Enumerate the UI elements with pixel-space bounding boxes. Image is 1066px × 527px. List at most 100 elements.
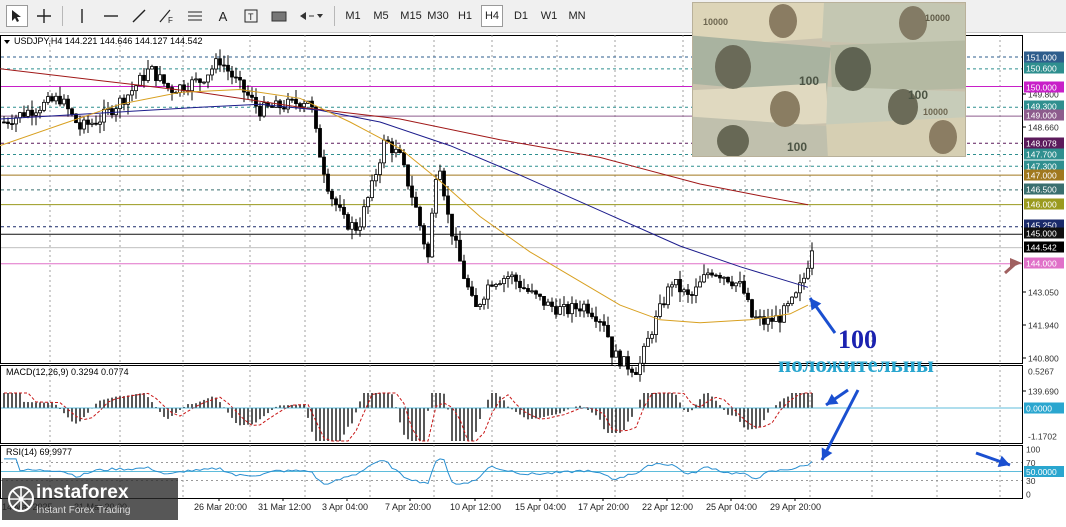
candle-body	[86, 119, 90, 125]
time-axis-label: 22 Apr 12:00	[642, 502, 693, 512]
timeframe-m1[interactable]: M1	[342, 5, 364, 27]
candle-body	[638, 362, 642, 375]
vertical-line-tool-button[interactable]	[72, 5, 92, 27]
candle	[738, 271, 742, 288]
candle-body	[378, 162, 382, 175]
candle	[262, 96, 266, 118]
crosshair-tool-button[interactable]	[33, 5, 55, 27]
candle-body	[366, 197, 370, 208]
candle-body	[118, 97, 122, 110]
timeframe-h1[interactable]: H1	[455, 5, 475, 27]
price-badge-label: 148.078	[1026, 139, 1057, 149]
candle-body	[562, 304, 566, 307]
candle-body	[218, 58, 222, 66]
candle-body	[354, 222, 358, 231]
candle	[210, 65, 214, 81]
price-badge-label: 144.542	[1026, 243, 1057, 253]
price-badge-label: 144.000	[1026, 259, 1057, 269]
candle-body	[362, 206, 366, 228]
candle-body	[342, 206, 346, 215]
time-axis-label: 10 Apr 12:00	[450, 502, 501, 512]
banknotes-picture: 10000 10000 100 100 10000 100	[693, 3, 965, 156]
macd-zero-label: 0.0000	[1026, 404, 1052, 414]
candle	[470, 280, 474, 297]
candle	[534, 289, 538, 299]
candle	[162, 74, 166, 87]
price-axis-label: 143.050	[1028, 288, 1059, 298]
candle-body	[630, 368, 634, 373]
candle	[650, 331, 654, 344]
candle-body	[770, 317, 774, 322]
timeframe-m5[interactable]: M5	[370, 5, 392, 27]
rectangle-tool-button[interactable]	[268, 5, 290, 27]
price-arrow-marker	[1004, 258, 1022, 275]
candle	[498, 280, 502, 286]
candle-body	[558, 306, 562, 315]
candle	[342, 199, 346, 219]
candle-body	[542, 295, 546, 306]
candle-body	[518, 280, 522, 289]
cursor-tool-button[interactable]	[6, 5, 28, 27]
label-tool-button[interactable]: T	[240, 5, 262, 27]
candle-body	[598, 321, 602, 323]
vertical-line-icon	[81, 9, 83, 23]
candle	[290, 97, 294, 103]
candle	[770, 309, 774, 329]
candle	[550, 297, 554, 313]
cursor-icon	[12, 10, 21, 22]
candle-body	[334, 198, 338, 206]
trendline-tool-button[interactable]	[128, 5, 150, 27]
shapes-dropdown-button[interactable]	[296, 5, 326, 27]
candle-body	[30, 109, 34, 116]
timeframe-m30[interactable]: M30	[425, 5, 451, 27]
ma-fast-line	[0, 88, 809, 324]
candle-body	[394, 148, 398, 154]
candle	[446, 186, 450, 224]
candle-body	[586, 303, 590, 314]
candle-body	[318, 128, 322, 158]
candle-body	[646, 337, 650, 347]
timeframe-m15[interactable]: M15	[398, 5, 424, 27]
fibonacci-icon: F	[159, 9, 173, 24]
timeframe-h4[interactable]: H4	[481, 5, 503, 27]
timeframe-d1[interactable]: D1	[510, 5, 532, 27]
timeframe-w1[interactable]: W1	[538, 5, 560, 27]
candle	[642, 343, 646, 373]
candle	[702, 264, 706, 284]
arrow-to-price-head-icon	[810, 298, 822, 311]
fibonacci-tool-button[interactable]: F	[156, 5, 178, 27]
candle-body	[14, 117, 18, 125]
candle-body	[162, 74, 166, 84]
candle	[86, 115, 90, 134]
candle	[366, 196, 370, 215]
currency-banknotes-image: 10000 10000 100 100 10000 100	[692, 2, 966, 157]
candle	[782, 302, 786, 323]
candle-body	[734, 282, 738, 287]
price-arrow-shaft	[1004, 263, 1015, 275]
candle	[54, 92, 58, 105]
candle	[378, 158, 382, 184]
timeframe-mn[interactable]: MN	[565, 5, 589, 27]
horizontal-line-tool-button[interactable]	[100, 5, 122, 27]
candle	[502, 275, 506, 293]
candle-body	[662, 303, 666, 306]
candle-body	[382, 139, 386, 164]
candle	[598, 318, 602, 332]
price-badge-label: 146.000	[1026, 200, 1057, 210]
candle-body	[502, 278, 506, 285]
svg-text:10000: 10000	[925, 13, 950, 23]
candle-body	[406, 164, 410, 187]
candle	[346, 212, 350, 231]
candle-body	[158, 74, 162, 81]
candle	[406, 164, 410, 190]
candle	[334, 196, 338, 212]
candle-body	[490, 284, 494, 287]
channel-tool-button[interactable]	[184, 5, 206, 27]
candle-body	[322, 156, 326, 175]
text-tool-button[interactable]: A	[212, 5, 234, 27]
candle	[142, 68, 146, 88]
candle	[722, 276, 726, 286]
candle-body	[338, 204, 342, 208]
price-badge-label: 149.000	[1026, 111, 1057, 121]
candle	[574, 299, 578, 318]
